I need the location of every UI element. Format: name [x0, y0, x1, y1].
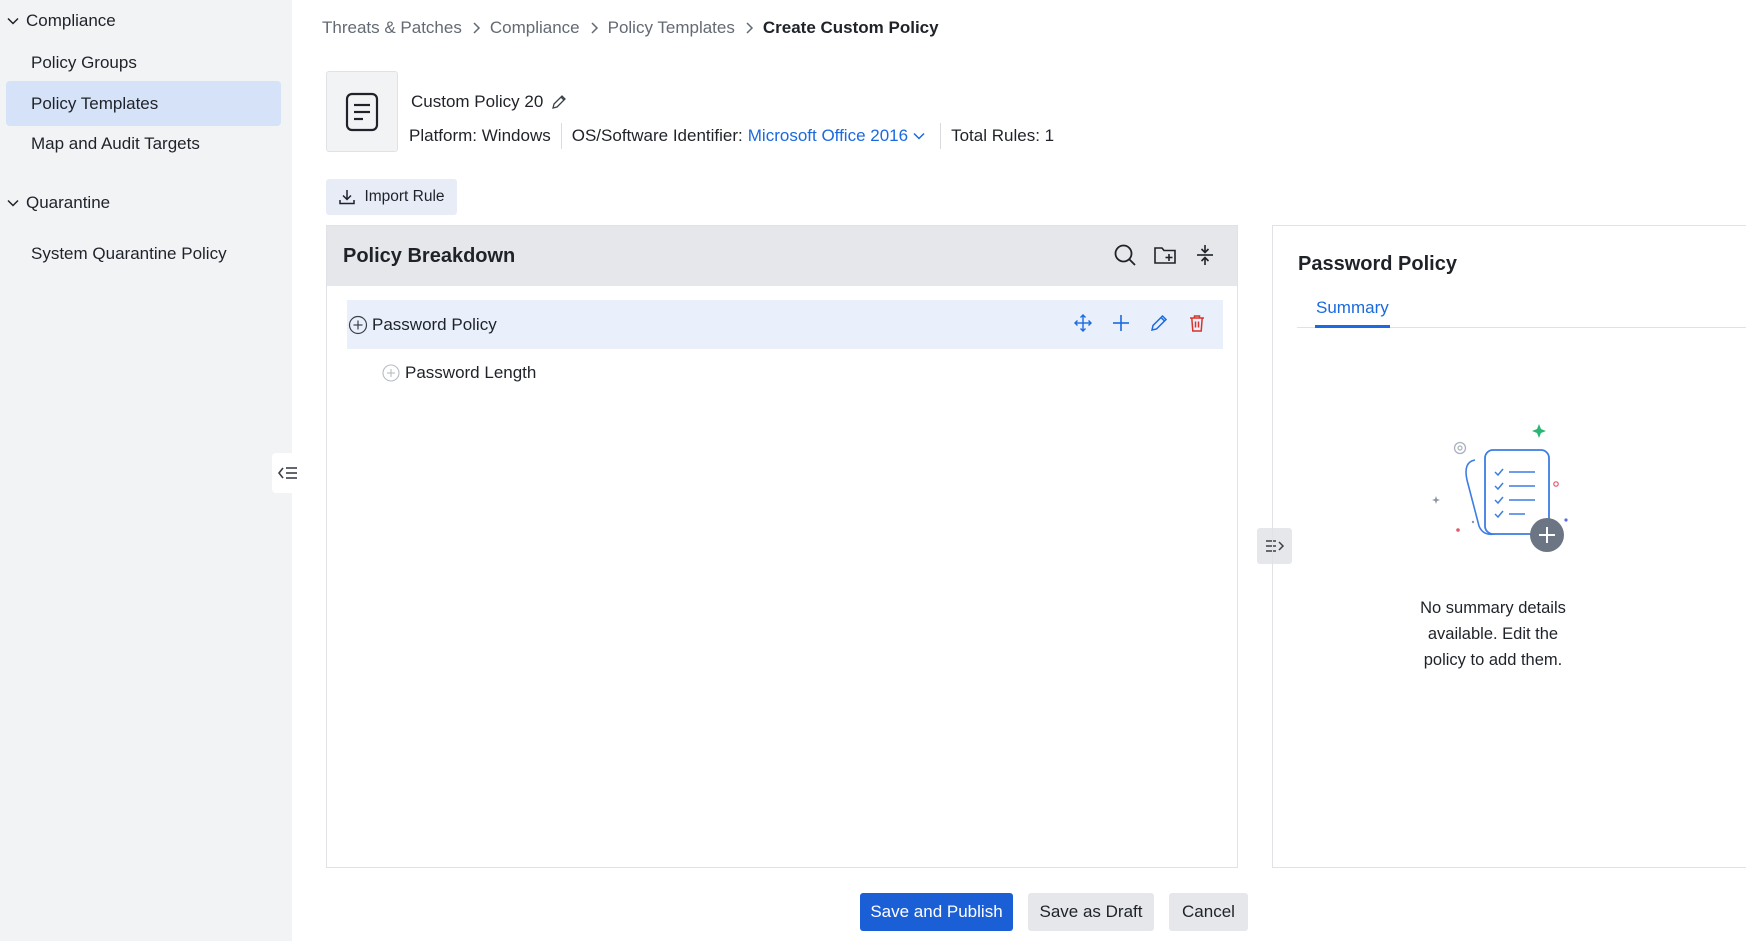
breadcrumb-policy-templates[interactable]: Policy Templates [608, 18, 735, 38]
identifier-value: Microsoft Office 2016 [747, 126, 909, 145]
platform-label: Platform: [409, 126, 478, 145]
import-rule-button[interactable]: Import Rule [326, 179, 457, 215]
identifier-dropdown[interactable]: Microsoft Office 2016 [748, 126, 926, 146]
section-compliance[interactable]: Compliance [6, 11, 116, 31]
breadcrumb: Threats & Patches Compliance Policy Temp… [322, 18, 939, 38]
import-rule-label: Import Rule [364, 188, 445, 205]
expand-plus-icon[interactable] [381, 363, 401, 383]
chevron-right-icon [744, 21, 754, 35]
divider [560, 123, 562, 149]
policy-breakdown-panel: Policy Breakdown Password Policy Passwor… [326, 225, 1238, 868]
edit-icon[interactable] [1149, 313, 1169, 333]
sidebar-item-label: System Quarantine Policy [31, 243, 227, 263]
section-label: Quarantine [26, 193, 111, 212]
sidebar-item-system-quarantine-policy[interactable]: System Quarantine Policy [6, 231, 281, 276]
section-quarantine[interactable]: Quarantine [6, 193, 110, 213]
panel-title: Policy Breakdown [343, 244, 516, 267]
sidebar: Compliance Policy Groups Policy Template… [0, 0, 292, 941]
download-icon [339, 190, 356, 205]
chevron-down-icon [7, 17, 19, 25]
edit-name-icon[interactable] [551, 94, 567, 110]
delete-icon[interactable] [1187, 313, 1207, 333]
panel-header: Policy Breakdown [327, 226, 1237, 286]
sidebar-item-label: Policy Groups [31, 52, 137, 72]
total-rules-value: 1 [1044, 126, 1055, 145]
tab-summary[interactable]: Summary [1315, 298, 1390, 328]
search-icon[interactable] [1113, 243, 1137, 267]
platform-value: Windows [481, 126, 551, 145]
policy-name: Custom Policy 20 [411, 92, 567, 112]
total-rules-label: Total Rules: [951, 126, 1040, 145]
empty-state-illustration [1427, 418, 1587, 558]
chevron-right-icon [589, 21, 599, 35]
add-icon[interactable] [1111, 313, 1131, 333]
sidebar-item-policy-groups[interactable]: Policy Groups [6, 40, 281, 85]
details-title: Password Policy [1298, 253, 1457, 275]
sidebar-item-policy-templates[interactable]: Policy Templates [6, 81, 281, 126]
chevron-right-icon [471, 21, 481, 35]
breadcrumb-compliance[interactable]: Compliance [490, 18, 580, 38]
collapse-menu-icon [277, 467, 297, 479]
identifier-label: OS/Software Identifier: [571, 126, 743, 145]
chevron-down-icon [7, 199, 19, 207]
empty-state-message: No summary details available. Edit the p… [1393, 595, 1593, 673]
panel-actions [1113, 243, 1217, 267]
breadcrumb-current: Create Custom Policy [762, 18, 939, 37]
save-as-draft-button[interactable]: Save as Draft [1028, 893, 1154, 931]
tree-row-label: Password Length [405, 363, 537, 382]
save-and-publish-button[interactable]: Save and Publish [860, 893, 1013, 931]
chevron-down-icon [913, 132, 925, 140]
tree-row-label: Password Policy [372, 314, 497, 334]
section-label: Compliance [26, 11, 116, 30]
empty-line-3: policy to add them. [1423, 651, 1563, 669]
empty-line-1: No summary details [1420, 599, 1566, 617]
move-icon[interactable] [1073, 313, 1093, 333]
details-panel: Password Policy Summary No summary detai… [1272, 225, 1746, 868]
add-folder-icon[interactable] [1153, 243, 1177, 267]
sidebar-item-map-and-audit-targets[interactable]: Map and Audit Targets [6, 121, 281, 166]
empty-line-2: available. Edit the [1427, 625, 1559, 643]
expand-plus-icon[interactable] [348, 315, 368, 335]
row-actions [1073, 313, 1207, 333]
collapse-sidebar-button[interactable] [272, 453, 304, 493]
cancel-button[interactable]: Cancel [1169, 893, 1248, 931]
tree-row-password-length[interactable]: Password Length [381, 363, 536, 383]
sidebar-item-label: Policy Templates [31, 93, 159, 113]
document-icon [326, 71, 398, 152]
policy-name-text: Custom Policy 20 [411, 92, 544, 111]
policy-meta: Platform: Windows OS/Software Identifier… [409, 123, 1055, 149]
collapse-all-icon[interactable] [1193, 243, 1217, 267]
sidebar-item-label: Map and Audit Targets [31, 133, 200, 153]
tree-row-password-policy[interactable]: Password Policy [347, 300, 1223, 349]
details-tabs: Summary [1297, 298, 1746, 328]
divider [940, 123, 942, 149]
breadcrumb-threats-patches[interactable]: Threats & Patches [322, 18, 462, 38]
